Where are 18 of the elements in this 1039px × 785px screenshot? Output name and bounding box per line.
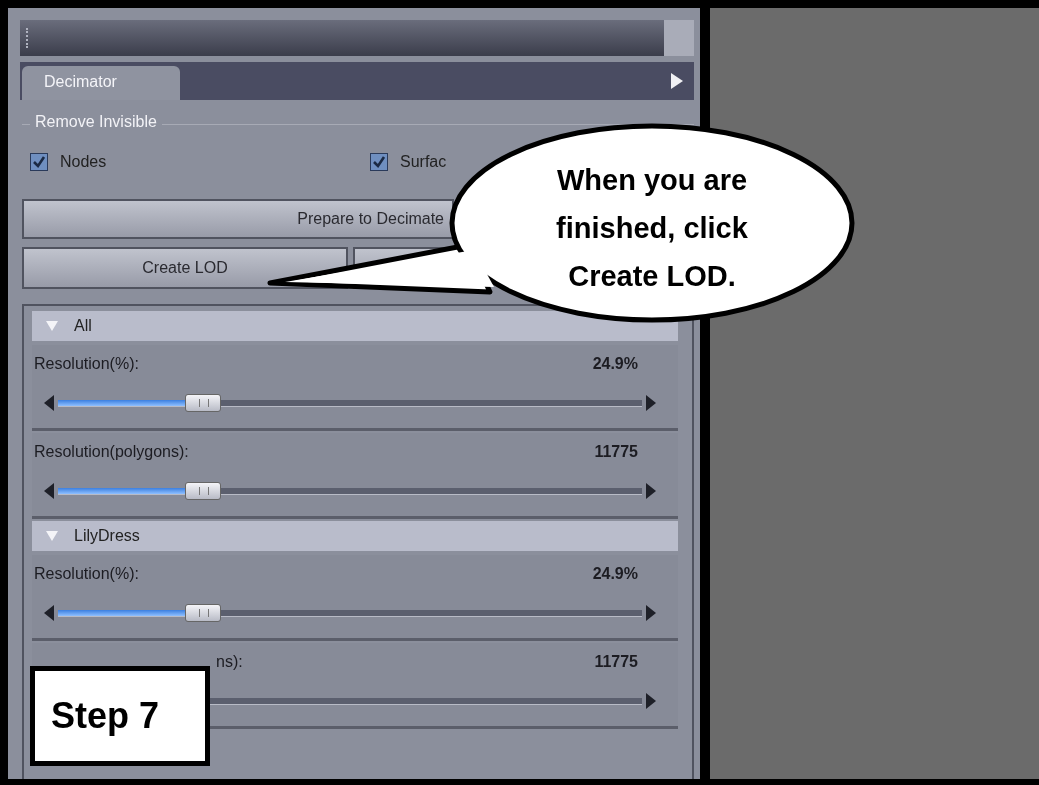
slider-value: 11775 — [594, 653, 638, 671]
step-callout-tooltip: Step 7 — [30, 666, 210, 766]
slider-label: Resolution(%): — [34, 565, 139, 583]
checkbox-label: Nodes — [60, 153, 107, 171]
callout-text: When you are finished, click Create LOD. — [555, 163, 749, 294]
section-header[interactable]: All — [32, 311, 678, 341]
slider-value: 24.9% — [592, 565, 638, 583]
slider-value: 24.9% — [592, 355, 638, 373]
prepare-button[interactable]: Prepare to Decimate — [22, 199, 454, 239]
section-header[interactable]: LilyDress — [32, 521, 678, 551]
slider-label: ns): — [216, 653, 243, 671]
slider-value: 11775 — [594, 443, 638, 461]
slider-label: Resolution(%): — [34, 355, 139, 373]
checkbox-label: Surfac — [400, 153, 447, 171]
slider-label: Resolution(polygons): — [34, 443, 189, 461]
section-title: LilyDress — [74, 527, 140, 545]
section-title: All — [74, 317, 92, 335]
create-lod-button[interactable]: Create LOD — [22, 247, 348, 289]
